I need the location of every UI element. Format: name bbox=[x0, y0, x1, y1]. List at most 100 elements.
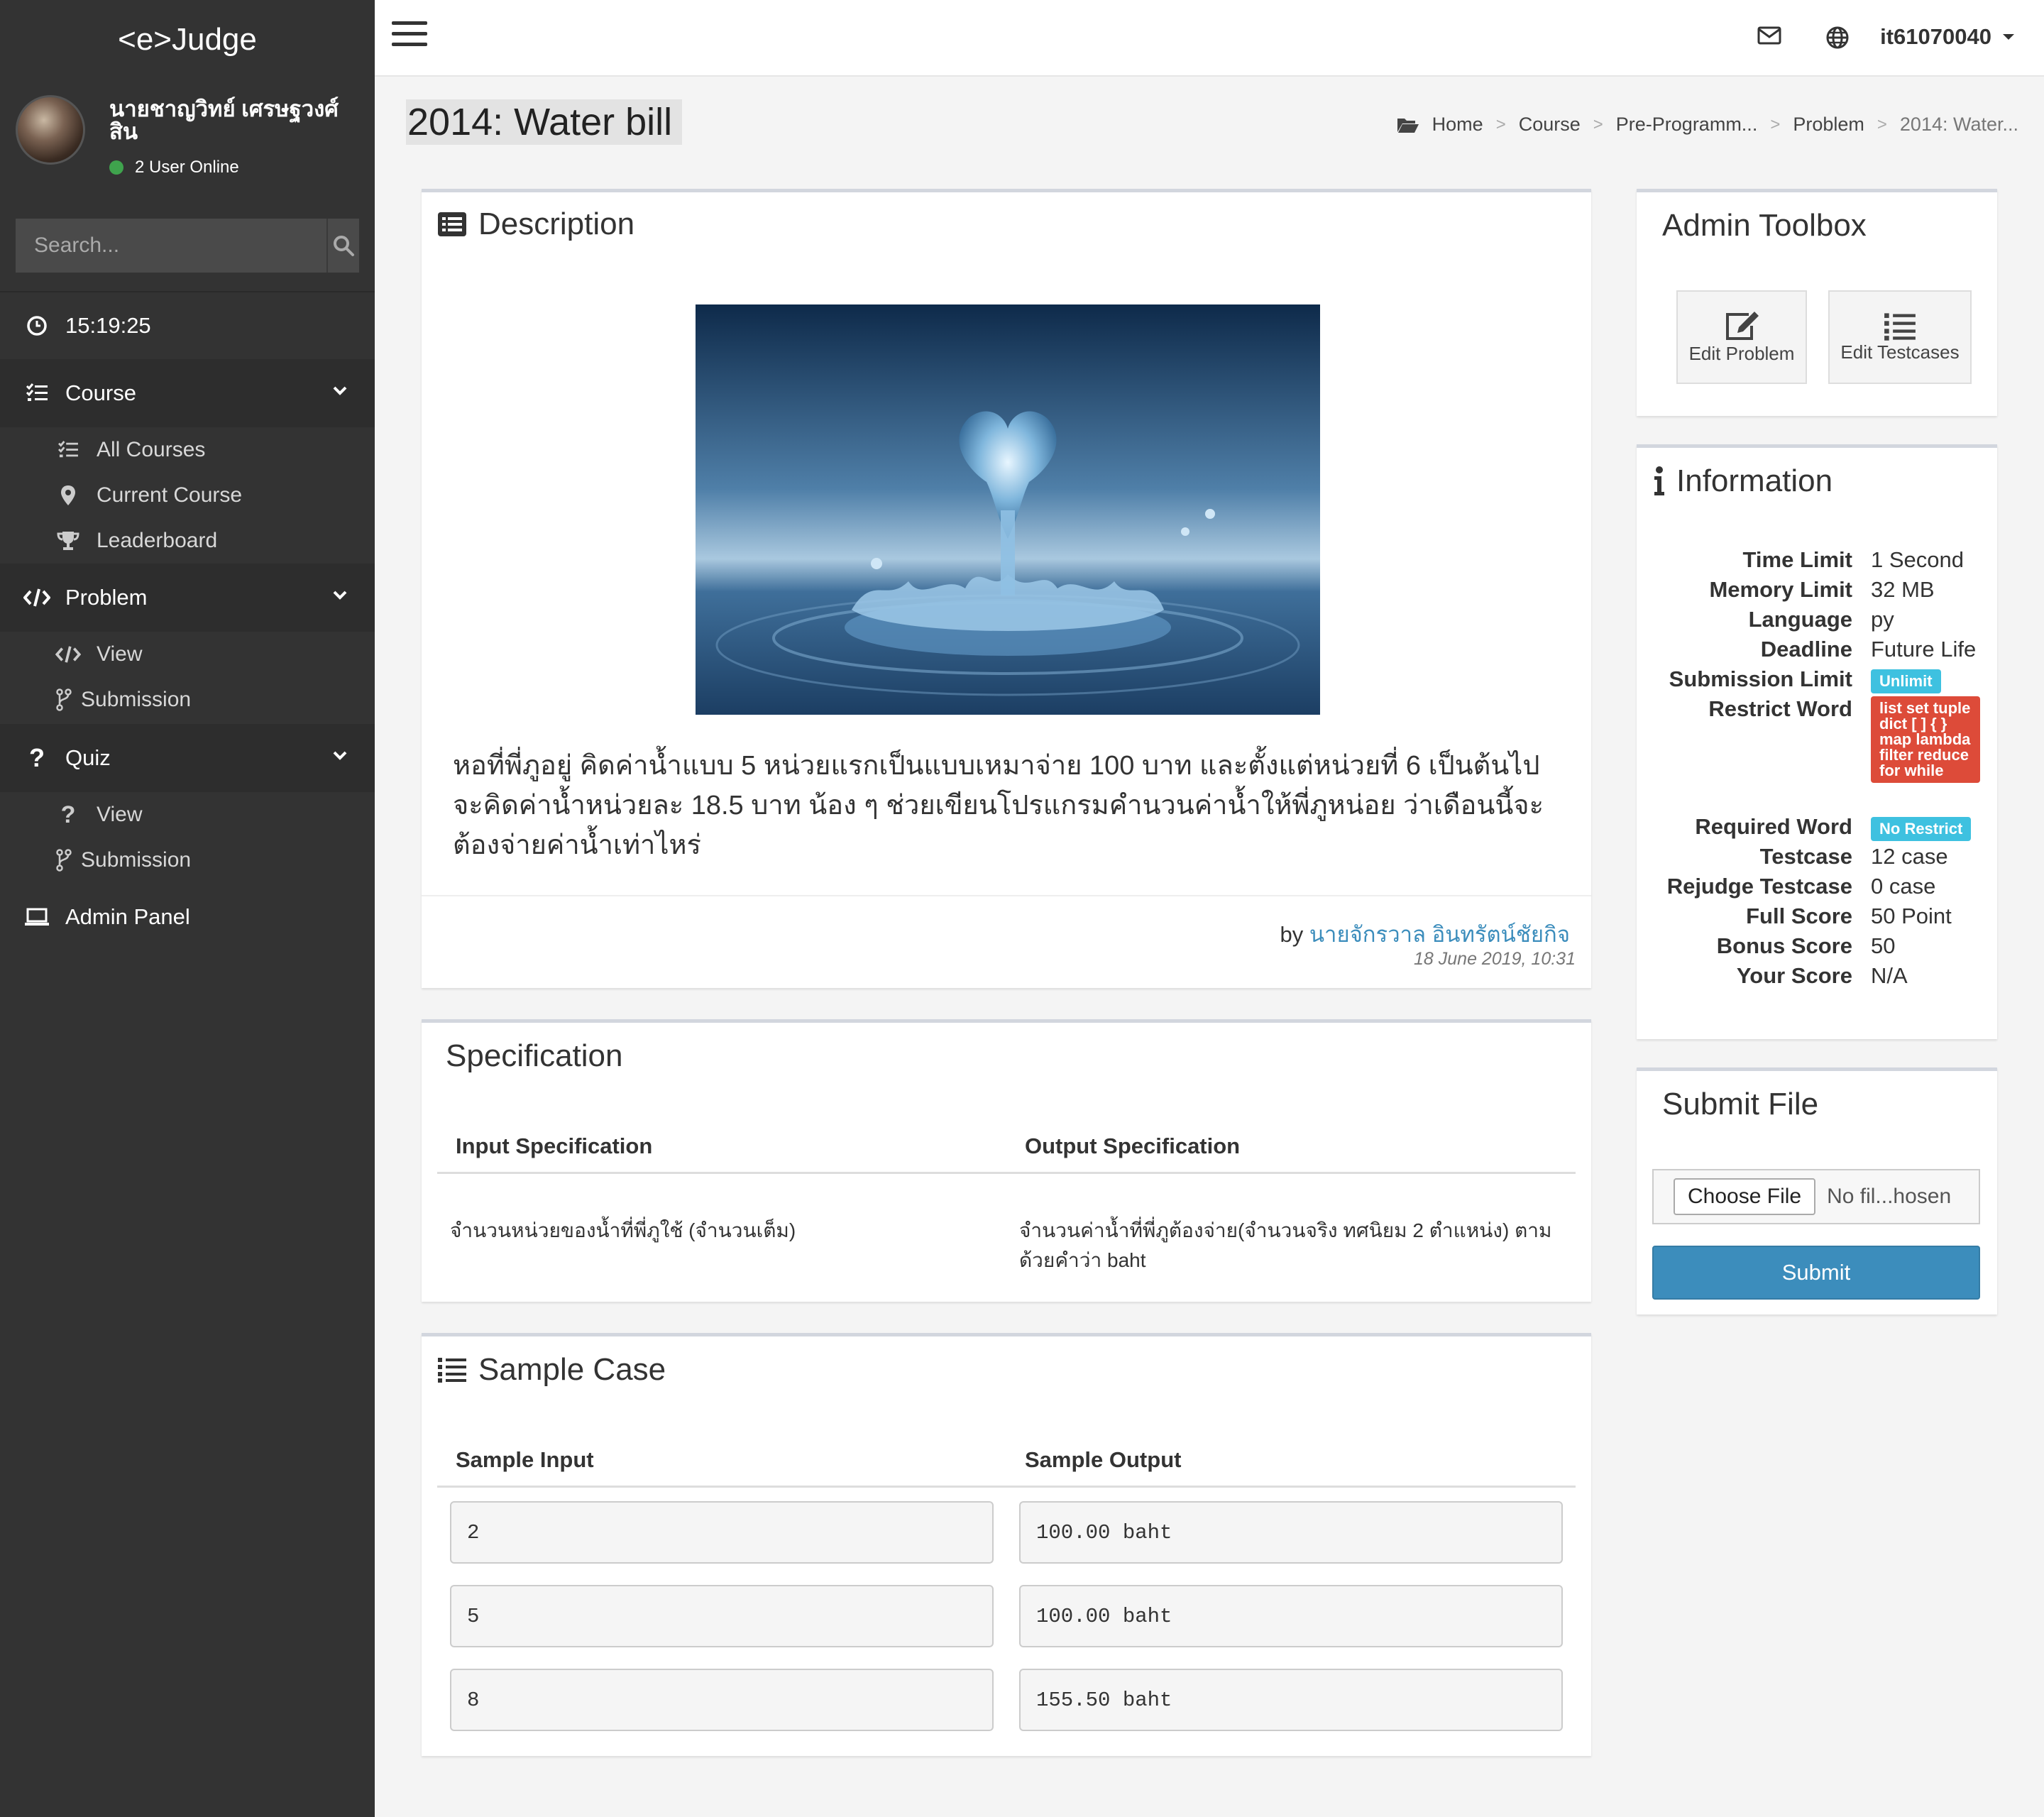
search-input[interactable] bbox=[16, 219, 326, 273]
sample-case-title-row: Sample Case bbox=[437, 1352, 666, 1388]
file-input[interactable]: Choose File No fil...hosen bbox=[1652, 1169, 1980, 1224]
envelope-icon[interactable] bbox=[1757, 26, 1781, 49]
info-label: Your Score bbox=[1736, 963, 1852, 988]
list-ol-icon bbox=[1884, 312, 1916, 341]
breadcrumb-problem[interactable]: Problem bbox=[1793, 114, 1864, 136]
sidebar-item-admin-panel[interactable]: Admin Panel bbox=[0, 883, 375, 951]
chevron-down-icon bbox=[333, 386, 347, 395]
sample-input-box[interactable]: 8 bbox=[450, 1669, 994, 1731]
sidebar-item-quiz-submission[interactable]: Submission bbox=[0, 838, 375, 883]
breadcrumb-course-name[interactable]: Pre-Programm... bbox=[1616, 114, 1758, 136]
laptop-icon bbox=[23, 907, 51, 927]
account-name: it61070040 bbox=[1880, 24, 1991, 49]
sample-input-box[interactable]: 2 bbox=[450, 1501, 994, 1564]
info-row-testcase: Testcase 12 case bbox=[1637, 844, 1991, 874]
sidebar-search bbox=[16, 219, 359, 273]
problem-submission-label: Submission bbox=[81, 688, 192, 711]
sidebar-course-label: Course bbox=[65, 380, 136, 405]
leaderboard-label: Leaderboard bbox=[97, 529, 218, 552]
info-value: 50 bbox=[1871, 933, 1896, 958]
sidebar-quiz-label: Quiz bbox=[65, 745, 111, 770]
user-panel: นายชาญวิทย์ เศรษฐวงศ์สิน 2 User Online bbox=[0, 79, 375, 190]
description-title: Description bbox=[478, 207, 635, 241]
info-value: py bbox=[1871, 607, 1894, 632]
breadcrumb-separator: > bbox=[1877, 114, 1887, 134]
menu-icon[interactable] bbox=[392, 21, 427, 51]
tasks-icon bbox=[54, 441, 82, 459]
info-label: Language bbox=[1748, 607, 1852, 632]
info-row-deadline: Deadline Future Life bbox=[1637, 637, 1991, 666]
code-icon bbox=[23, 588, 51, 608]
sidebar-item-problem-submission[interactable]: Submission bbox=[0, 677, 375, 723]
sidebar-problem-label: Problem bbox=[65, 585, 148, 610]
specification-title: Specification bbox=[446, 1038, 623, 1073]
quiz-submission-label: Submission bbox=[81, 848, 192, 872]
info-label: Testcase bbox=[1759, 844, 1852, 869]
sidebar-item-quiz-view[interactable]: ? View bbox=[0, 792, 375, 838]
output-spec-header: Output Specification bbox=[1025, 1133, 1241, 1158]
sample-input-box[interactable]: 5 bbox=[450, 1585, 994, 1647]
online-status: 2 User Online bbox=[109, 158, 239, 177]
top-navbar: it61070040 bbox=[375, 0, 2044, 77]
submission-limit-badge: Unlimit bbox=[1871, 669, 1941, 693]
breadcrumb-separator: > bbox=[1593, 114, 1603, 134]
clock-icon bbox=[23, 315, 51, 336]
info-row-time-limit: Time Limit 1 Second bbox=[1637, 547, 1991, 577]
sidebar-item-leaderboard[interactable]: Leaderboard bbox=[0, 518, 375, 564]
submit-button[interactable]: Submit bbox=[1652, 1246, 1980, 1300]
problem-view-label: View bbox=[97, 642, 143, 666]
quiz-view-label: View bbox=[97, 803, 143, 826]
admin-toolbox-box: Admin Toolbox Edit Problem Edit Testcase… bbox=[1637, 189, 1997, 416]
sidebar-item-course[interactable]: Course bbox=[0, 359, 375, 427]
breadcrumb-course[interactable]: Course bbox=[1519, 114, 1581, 136]
info-label: Rejudge Testcase bbox=[1666, 874, 1852, 899]
search-button[interactable] bbox=[326, 219, 359, 273]
sidebar-item-quiz[interactable]: ? Quiz bbox=[0, 724, 375, 792]
list-ol-icon bbox=[438, 1358, 466, 1383]
sidebar-item-problem-view[interactable]: View bbox=[0, 632, 375, 677]
online-dot-icon bbox=[109, 160, 123, 175]
edit-problem-button[interactable]: Edit Problem bbox=[1676, 290, 1807, 384]
description-title-row: Description bbox=[437, 207, 634, 242]
code-icon bbox=[54, 645, 82, 664]
sidebar-item-current-course[interactable]: Current Course bbox=[0, 473, 375, 518]
table-divider bbox=[437, 1172, 1576, 1174]
breadcrumb-home[interactable]: Home bbox=[1432, 114, 1483, 136]
info-value: N/A bbox=[1871, 963, 1908, 988]
user-menu[interactable]: it61070040 bbox=[1880, 24, 2016, 50]
clock: 15:19:25 bbox=[0, 291, 375, 359]
code-fork-icon bbox=[54, 849, 74, 872]
sidebar: <e>Judge นายชาญวิทย์ เศรษฐวงศ์สิน 2 User… bbox=[0, 0, 375, 1817]
list-alt-icon bbox=[438, 212, 466, 236]
sample-output-box[interactable]: 100.00 baht bbox=[1019, 1585, 1563, 1647]
admin-panel-label: Admin Panel bbox=[65, 904, 190, 929]
info-label: Time Limit bbox=[1742, 547, 1852, 572]
post-date: 18 June 2019, 10:31 bbox=[1414, 949, 1576, 969]
user-name: นายชาญวิทย์ เศรษฐวงศ์สิน bbox=[109, 97, 339, 144]
edit-testcases-button[interactable]: Edit Testcases bbox=[1828, 290, 1972, 384]
sidebar-item-all-courses[interactable]: All Courses bbox=[0, 427, 375, 473]
globe-icon[interactable] bbox=[1825, 26, 1850, 53]
information-title-row: Information bbox=[1652, 463, 1833, 499]
trophy-icon bbox=[54, 530, 82, 551]
course-submenu: All Courses Current Course Leaderboard bbox=[0, 427, 375, 564]
info-label: Submission Limit bbox=[1669, 666, 1852, 691]
edit-problem-label: Edit Problem bbox=[1688, 342, 1795, 364]
sample-output-box[interactable]: 155.50 baht bbox=[1019, 1669, 1563, 1731]
map-marker-icon bbox=[54, 485, 82, 506]
info-value: 50 Point bbox=[1871, 904, 1952, 928]
all-courses-label: All Courses bbox=[97, 438, 206, 461]
info-label: Deadline bbox=[1760, 637, 1852, 662]
info-label: Restrict Word bbox=[1708, 696, 1852, 721]
problem-submenu: View Submission bbox=[0, 632, 375, 723]
choose-file-button[interactable]: Choose File bbox=[1674, 1178, 1816, 1215]
sidebar-item-problem[interactable]: Problem bbox=[0, 564, 375, 632]
sample-case-box: Sample Case Sample Input Sample Output 2… bbox=[422, 1333, 1591, 1756]
admin-toolbox-title: Admin Toolbox bbox=[1662, 208, 1867, 243]
author-link[interactable]: นายจักรวาล อินทรัตน์ชัยกิจ bbox=[1309, 922, 1570, 947]
submit-file-title: Submit File bbox=[1662, 1087, 1819, 1121]
info-label: Bonus Score bbox=[1716, 933, 1852, 958]
current-course-label: Current Course bbox=[97, 483, 243, 507]
app-logo[interactable]: <e>Judge bbox=[0, 0, 375, 79]
sample-output-box[interactable]: 100.00 baht bbox=[1019, 1501, 1563, 1564]
